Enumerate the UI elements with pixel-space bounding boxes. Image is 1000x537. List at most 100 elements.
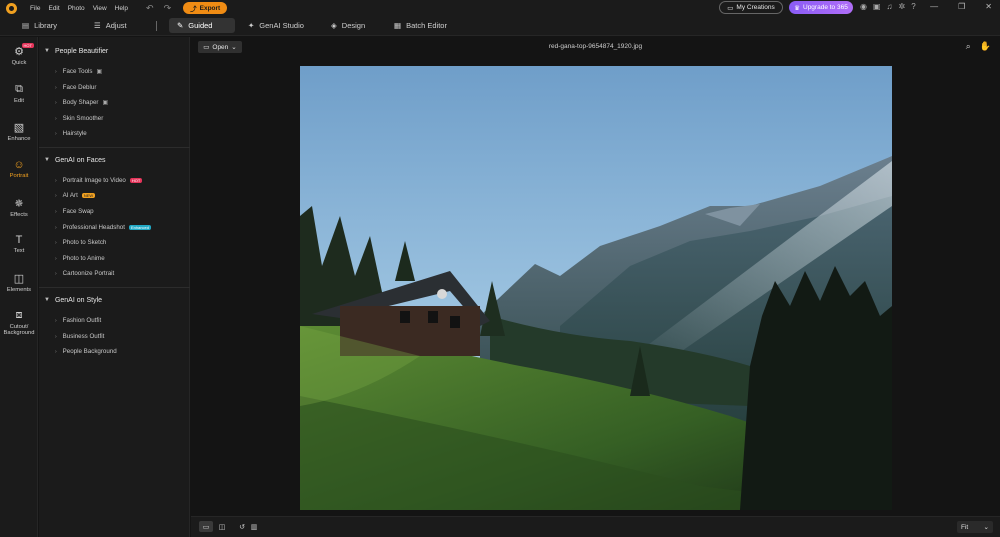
chevron-down-icon: ▼ [44,297,50,303]
chevron-right-icon: › [55,115,57,122]
section-genai-on-style[interactable]: ▼ GenAI on Style [39,294,190,306]
zoom-select[interactable]: Fit ⌄ [957,521,993,533]
tool-rail: ⚙ Quick HOT ⧉ Edit ▧ Enhance ☺ Portrait … [0,37,38,537]
tab-library-label: Library [34,21,58,30]
section-divider [39,147,190,148]
feature-label: Cartoonize Portrait [62,270,115,277]
feature-face-deblur[interactable]: › Face Deblur [39,82,190,93]
feature-label: Face Deblur [62,84,97,91]
zoom-search-icon[interactable]: ⌕ [966,41,971,52]
feature-hairstyle[interactable]: › Hairstyle [39,128,190,139]
design-icon: ◈ [331,21,337,30]
account-icon[interactable]: ◉ [860,2,867,11]
chevron-right-icon: › [55,208,57,215]
feature-fashion-outfit[interactable]: › Fashion Outfit [39,315,190,326]
rail-quick[interactable]: ⚙ Quick HOT [0,43,38,66]
rail-effects[interactable]: ✵ Effects [0,197,38,218]
undo-icon[interactable]: ↶ [146,3,154,14]
chevron-right-icon: › [55,333,57,340]
chevron-right-icon: › [55,255,57,262]
rail-cutout-background[interactable]: ⧈ Cutout/ Background [0,309,38,336]
export-button[interactable]: ⤴ Export [183,2,228,14]
feature-face-swap[interactable]: › Face Swap [39,206,190,217]
feature-body-shaper[interactable]: › Body Shaper ▣ [39,97,190,108]
feature-people-background[interactable]: › People Background [39,346,190,357]
canvas-toolbar: ▭ Open ⌄ red-gana-top-9654874_1920.jpg ⌕… [191,37,1000,57]
folder-icon: ▭ [727,4,734,12]
single-view-icon[interactable]: ▭ [199,521,213,532]
elements-icon: ◫ [13,273,25,285]
chevron-right-icon: › [55,68,57,75]
menu-photo[interactable]: Photo [68,5,85,12]
hand-pan-icon[interactable]: ✋ [980,41,991,52]
feature-professional-headshot[interactable]: › Professional Headshot Enhanced [39,222,190,233]
tab-genai-studio[interactable]: ✦ GenAI Studio [240,18,312,33]
redo-icon[interactable]: ↷ [164,3,172,14]
gift-icon[interactable]: ▣ [873,2,881,11]
section-genai-on-faces[interactable]: ▼ GenAI on Faces [39,154,190,166]
close-icon[interactable]: ✕ [985,2,992,11]
landscape-photo [300,66,892,510]
layers-icon[interactable]: ▥ [247,521,261,532]
section-title: GenAI on Faces [54,156,106,164]
tab-guided[interactable]: ✎ Guided [169,18,235,33]
feature-label: People Background [62,348,117,355]
photo-canvas[interactable] [300,66,892,510]
my-creations-label: My Creations [736,4,775,11]
rail-elements[interactable]: ◫ Elements [0,272,38,293]
mode-tab-bar: ▤ Library ☰ Adjust ✎ Guided ✦ GenAI Stud… [0,16,1000,36]
feature-cartoonize-portrait[interactable]: › Cartoonize Portrait [39,268,190,279]
feature-photo-to-sketch[interactable]: › Photo to Sketch [39,237,190,248]
upgrade-button[interactable]: ♛ Upgrade to 365 [789,1,853,14]
menu-edit[interactable]: Edit [48,5,59,12]
tab-batch-editor-label: Batch Editor [406,21,447,30]
compare-view-icon[interactable]: ◫ [215,521,229,532]
feature-face-tools[interactable]: › Face Tools ▣ [39,66,190,77]
new-tag: NEW [81,193,96,198]
file-name: red-gana-top-9654874_1920.jpg [548,43,643,50]
feature-skin-smoother[interactable]: › Skin Smoother [39,113,190,124]
feature-business-outfit[interactable]: › Business Outfit [39,331,190,342]
rail-enhance[interactable]: ▧ Enhance [0,121,38,142]
minimize-icon[interactable]: — [930,2,938,11]
feature-portrait-image-to-video[interactable]: › Portrait Image to Video HOT [39,175,190,186]
rail-elements-label: Elements [6,287,32,293]
feature-label: Business Outfit [62,333,105,340]
chevron-right-icon: › [55,192,57,199]
rail-cutout-label-2: Background [3,330,35,336]
restore-icon[interactable]: ❐ [958,2,965,11]
tab-adjust[interactable]: ☰ Adjust [86,18,135,33]
library-icon: ▤ [22,21,30,30]
chevron-right-icon: › [55,270,57,277]
tab-genai-studio-label: GenAI Studio [259,21,304,30]
tab-guided-label: Guided [188,21,213,30]
rail-text[interactable]: T Text [0,234,38,254]
feature-label: Skin Smoother [62,115,104,122]
chevron-right-icon: › [55,224,57,231]
feature-label: Photo to Sketch [62,239,107,246]
tab-adjust-label: Adjust [105,21,127,30]
tab-library[interactable]: ▤ Library [14,18,65,33]
feature-label: Professional Headshot [62,224,125,231]
help-icon[interactable]: ? [911,2,915,11]
notification-bell-icon[interactable]: ♫ [887,2,893,11]
feature-label: AI Art [62,192,78,199]
tab-design[interactable]: ◈ Design [323,18,373,33]
section-title: People Beautifier [54,47,109,55]
rail-portrait[interactable]: ☺ Portrait [0,159,38,179]
rail-edit[interactable]: ⧉ Edit [0,83,38,104]
feature-label: Hairstyle [62,130,87,137]
feature-label: Body Shaper [62,99,99,106]
tab-batch-editor[interactable]: ▦ Batch Editor [386,18,455,33]
menu-view[interactable]: View [93,5,107,12]
settings-gear-icon[interactable]: ✲ [899,2,906,11]
menu-file[interactable]: File [30,5,40,12]
section-title: GenAI on Style [54,296,103,304]
my-creations-button[interactable]: ▭ My Creations [719,1,783,14]
effects-icon: ✵ [14,198,24,210]
feature-ai-art[interactable]: › AI Art NEW [39,190,190,201]
adjust-sliders-icon: ☰ [94,21,101,30]
menu-help[interactable]: Help [115,5,128,12]
feature-photo-to-anime[interactable]: › Photo to Anime [39,253,190,264]
section-people-beautifier[interactable]: ▼ People Beautifier [39,45,190,57]
